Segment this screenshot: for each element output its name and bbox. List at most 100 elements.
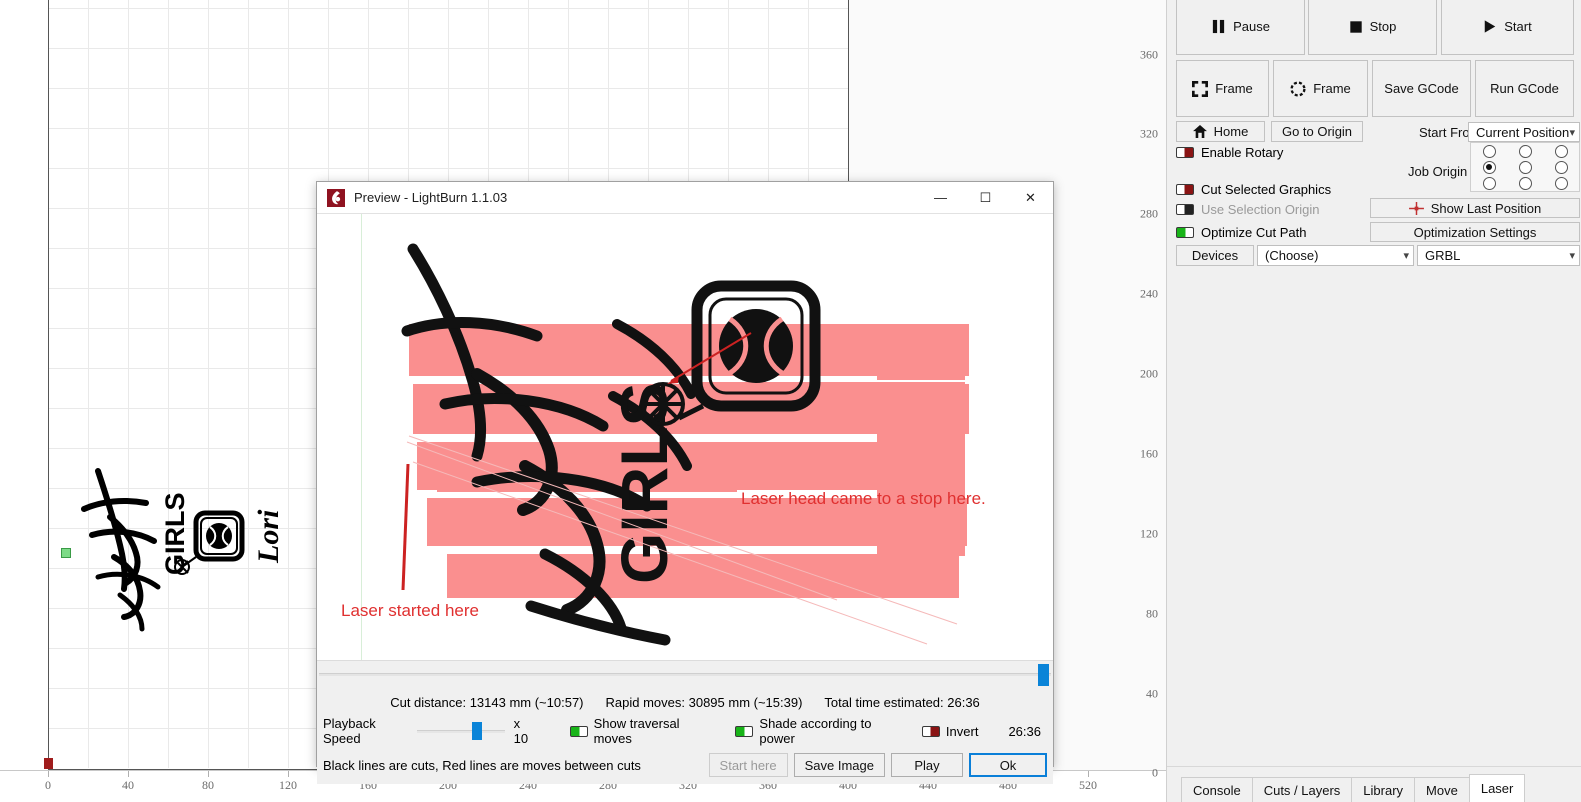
pause-button[interactable]: Pause — [1176, 0, 1305, 55]
toggle-switch-icon[interactable] — [1176, 147, 1194, 158]
toggle-show-traversal-moves[interactable]: Show traversal moves — [569, 716, 706, 746]
ruler-h-label: 0 — [45, 778, 51, 792]
devices-button[interactable]: Devices — [1176, 245, 1254, 266]
show-last-position-label: Show Last Position — [1430, 200, 1542, 216]
play-button[interactable]: Play — [891, 753, 963, 777]
toggle-switch-icon[interactable] — [735, 725, 754, 737]
ruler-h-label: 520 — [1079, 778, 1097, 792]
ruler-vertical[interactable]: 360 320 280 240 200 160 120 80 40 0 — [1118, 0, 1166, 780]
ruler-v-label: 320 — [1140, 126, 1158, 141]
speed-track[interactable] — [417, 730, 505, 733]
laser-panel: Pause Stop Start Frame Frame Save GCode … — [1166, 0, 1581, 802]
job-origin-grid[interactable] — [1470, 142, 1580, 192]
save-gcode-label: Save GCode — [1384, 81, 1459, 96]
toggle-shade-according-to-power[interactable]: Shade according to power — [735, 716, 892, 746]
stop-icon — [1349, 20, 1362, 33]
preview-scrub-slider[interactable] — [317, 660, 1053, 688]
stop-button[interactable]: Stop — [1308, 0, 1437, 55]
artwork-text-lori: Lori — [252, 509, 285, 564]
toggle-label: Shade according to power — [759, 716, 872, 746]
ruler-v-label: 360 — [1140, 47, 1158, 62]
panel-tabs: Console Cuts / Layers Library Move Laser — [1167, 766, 1581, 802]
job-origin-radio-4[interactable] — [1518, 160, 1532, 174]
toggle-use-selection-origin[interactable]: Use Selection Origin — [1176, 202, 1320, 217]
scrub-thumb[interactable] — [1038, 664, 1049, 686]
dialog-titlebar[interactable]: Preview - LightBurn 1.1.03 — ☐ ✕ — [317, 182, 1053, 214]
frame-square-button[interactable]: Frame — [1176, 60, 1269, 117]
save-image-button[interactable]: Save Image — [793, 753, 885, 777]
scrub-track[interactable] — [319, 673, 1051, 676]
job-origin-radio-1[interactable] — [1518, 144, 1532, 158]
toggle-label: Invert — [945, 723, 979, 739]
tab-console[interactable]: Console — [1181, 777, 1253, 802]
maximize-icon[interactable]: ☐ — [963, 182, 1008, 214]
optimization-settings-button[interactable]: Optimization Settings — [1370, 222, 1580, 242]
start-label: Start — [1504, 19, 1532, 34]
canvas-artwork[interactable]: GIRLS Lori — [60, 455, 310, 635]
workbed-left-edge — [48, 0, 49, 770]
toggle-label: Optimize Cut Path — [1201, 225, 1307, 240]
playback-speed-slider[interactable] — [417, 722, 505, 740]
devices-label: Devices — [1191, 248, 1239, 263]
job-origin-radio-3[interactable] — [1482, 160, 1496, 174]
stat-rapid-moves: Rapid moves: 30895 mm (~15:39) — [605, 694, 803, 710]
go-to-origin-label: Go to Origin — [1281, 124, 1353, 139]
toggle-label: Show traversal moves — [593, 716, 680, 746]
ruler-v-label: 0 — [1152, 765, 1158, 780]
job-origin-radio-8[interactable] — [1554, 176, 1568, 190]
speed-thumb[interactable] — [472, 722, 482, 740]
show-last-position-button[interactable]: Show Last Position — [1370, 198, 1580, 218]
toggle-switch-icon[interactable] — [1176, 227, 1194, 238]
toggle-invert[interactable]: Invert — [921, 723, 979, 739]
annotation-laser-stop: Laser head came to a stop here. — [741, 489, 986, 508]
job-origin-radio-6[interactable] — [1482, 176, 1496, 190]
tab-move[interactable]: Move — [1414, 777, 1470, 802]
tab-library[interactable]: Library — [1351, 777, 1416, 802]
start-from-select[interactable]: Current Position ▾ — [1468, 122, 1580, 142]
toggle-label: Use Selection Origin — [1201, 202, 1320, 217]
device-select[interactable]: (Choose) ▾ — [1257, 245, 1414, 266]
preview-legend: Black lines are cuts, Red lines are move… — [323, 757, 641, 773]
annotation-stop-arrow — [667, 332, 752, 384]
protocol-select[interactable]: GRBL ▾ — [1417, 245, 1580, 266]
ruler-h-label: 120 — [279, 778, 297, 792]
stat-cut-distance: Cut distance: 13143 mm (~10:57) — [390, 694, 584, 710]
start-from-value: Current Position — [1476, 124, 1570, 140]
tab-laser[interactable]: Laser — [1468, 774, 1526, 802]
frame-square-icon — [1192, 80, 1209, 97]
frame-circle-label: Frame — [1313, 81, 1351, 96]
run-gcode-button[interactable]: Run GCode — [1475, 60, 1574, 117]
ruler-h-label: 40 — [122, 778, 134, 792]
toggle-switch-icon[interactable] — [1176, 184, 1194, 195]
home-button[interactable]: Home — [1176, 121, 1265, 142]
go-to-origin-button[interactable]: Go to Origin — [1271, 121, 1363, 142]
minimize-icon[interactable]: — — [918, 182, 963, 214]
job-origin-radio-7[interactable] — [1518, 176, 1532, 190]
ruler-v-label: 40 — [1146, 686, 1158, 701]
toggle-cut-selected-graphics[interactable]: Cut Selected Graphics — [1176, 182, 1331, 197]
ruler-v-label: 240 — [1140, 286, 1158, 301]
save-gcode-button[interactable]: Save GCode — [1372, 60, 1471, 117]
toggle-switch-icon[interactable] — [569, 725, 588, 737]
job-origin-radio-5[interactable] — [1554, 160, 1568, 174]
job-origin-radio-0[interactable] — [1482, 144, 1496, 158]
play-icon — [1485, 20, 1496, 33]
toggle-switch-icon[interactable] — [1176, 204, 1194, 215]
toggle-enable-rotary[interactable]: Enable Rotary — [1176, 145, 1283, 160]
job-origin-radio-2[interactable] — [1554, 144, 1568, 158]
close-icon[interactable]: ✕ — [1008, 182, 1053, 214]
preview-stats-row: Cut distance: 13143 mm (~10:57) Rapid mo… — [317, 688, 1053, 716]
toggle-optimize-cut-path[interactable]: Optimize Cut Path — [1176, 225, 1307, 240]
start-here-button[interactable]: Start here — [708, 753, 788, 777]
frame-circle-button[interactable]: Frame — [1273, 60, 1368, 117]
start-button[interactable]: Start — [1441, 0, 1574, 55]
speed-multiplier-label: x 10 — [513, 716, 529, 746]
toggle-switch-icon[interactable] — [921, 725, 940, 737]
toggle-label: Cut Selected Graphics — [1201, 182, 1332, 197]
preview-footer-row: Black lines are cuts, Red lines are move… — [317, 746, 1053, 784]
preview-dialog[interactable]: Preview - LightBurn 1.1.03 — ☐ ✕ GIRLS L… — [316, 181, 1054, 784]
tab-cuts-layers[interactable]: Cuts / Layers — [1251, 777, 1353, 802]
ok-button[interactable]: Ok — [969, 753, 1047, 777]
preview-render-area[interactable]: GIRLS Lo — [317, 214, 1053, 660]
chevron-down-icon: ▾ — [1569, 250, 1575, 262]
